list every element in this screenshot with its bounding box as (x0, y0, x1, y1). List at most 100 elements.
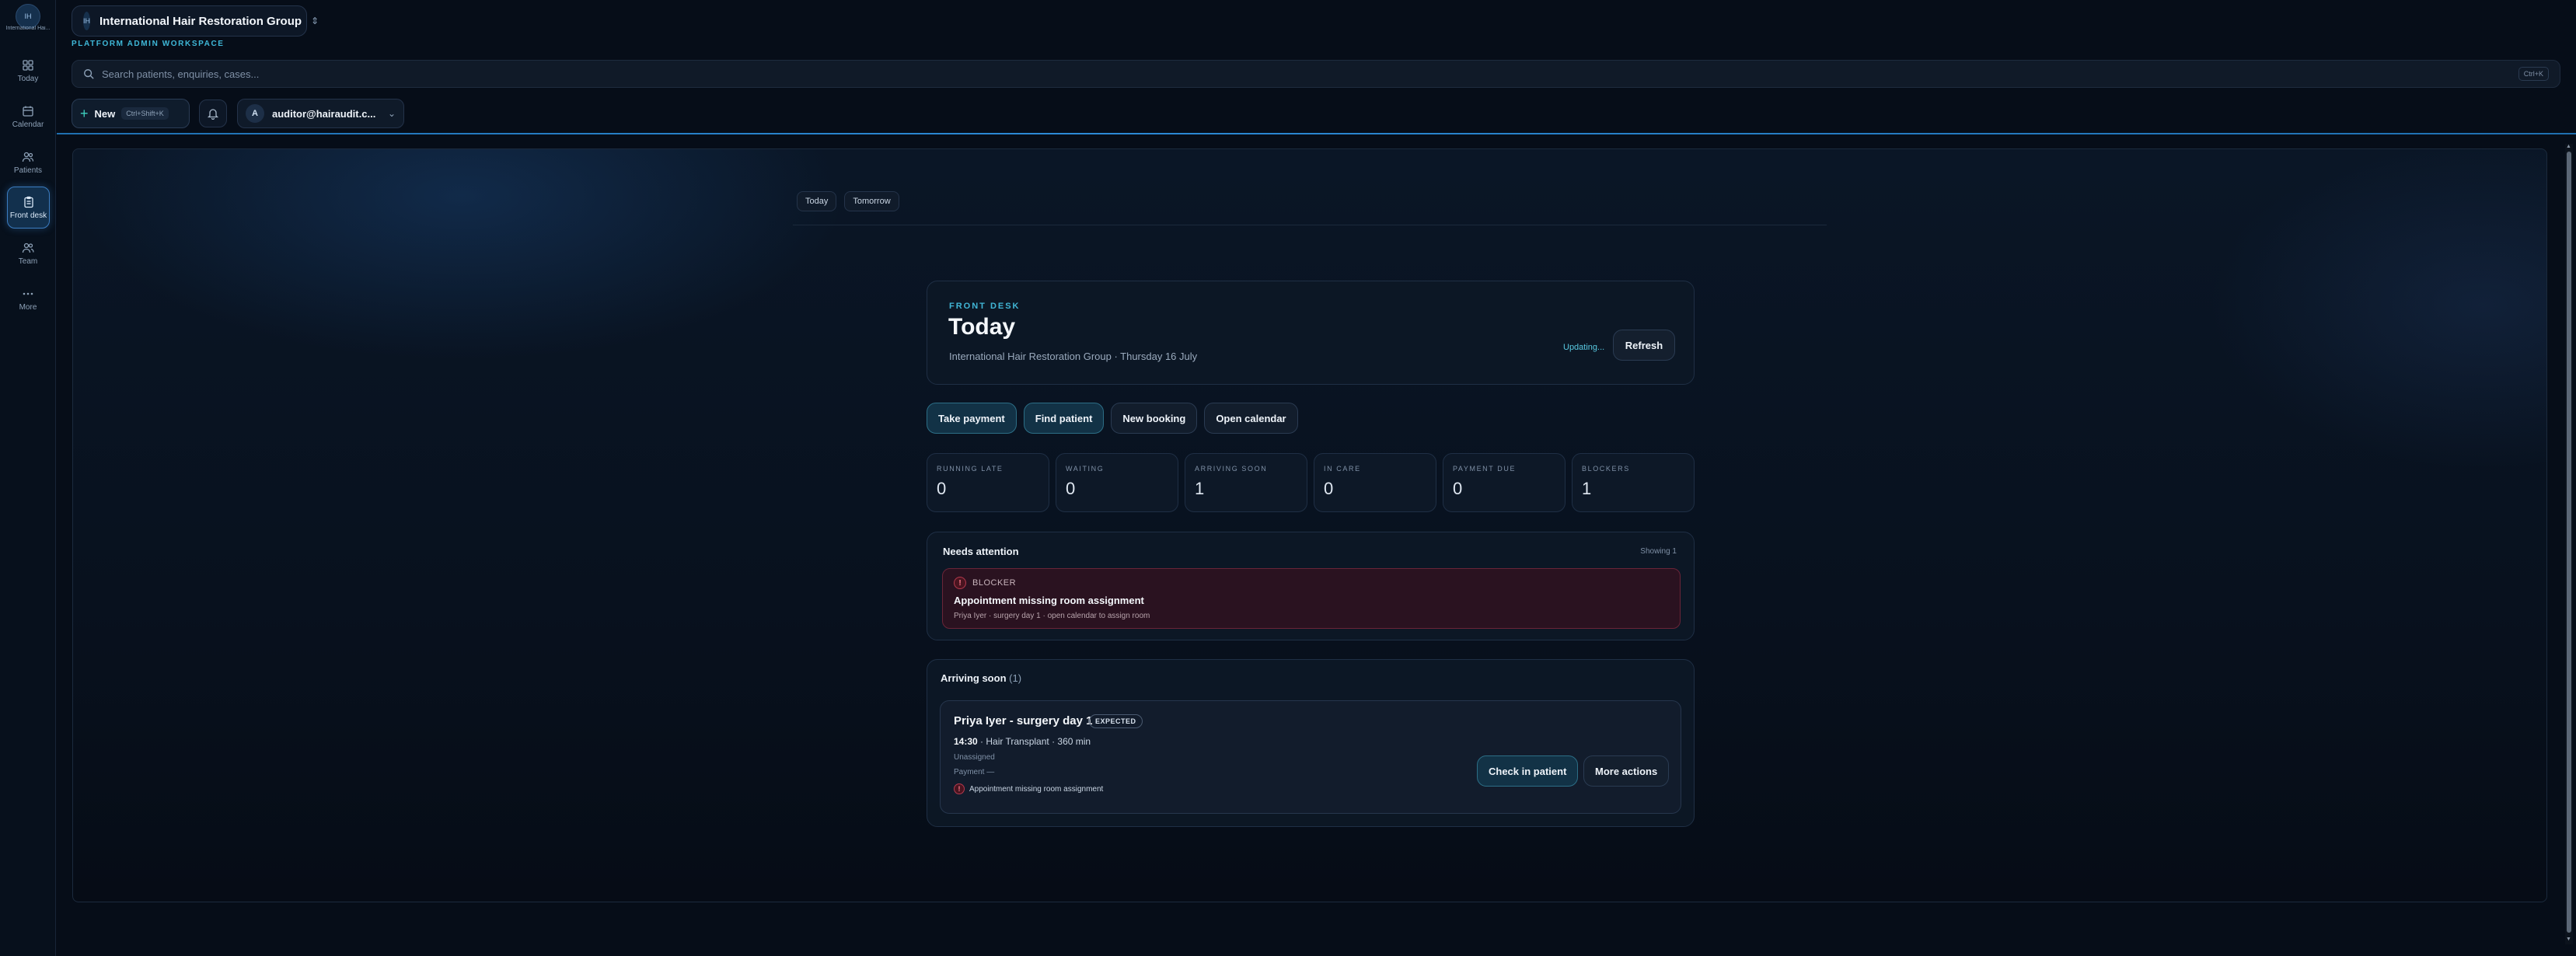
blocker-label: BLOCKER (972, 578, 1017, 588)
alert-icon: ! (954, 577, 966, 589)
appointment-name: Priya Iyer - surgery day 1 (954, 714, 1093, 727)
tab-tomorrow[interactable]: Tomorrow (844, 191, 899, 211)
scroll-up-icon[interactable]: ▲ (2566, 144, 2571, 149)
header-divider (57, 133, 2576, 134)
new-shortcut: Ctrl+Shift+K (121, 107, 169, 120)
user-email: auditor@hairaudit.c... (272, 107, 376, 120)
calendar-icon (23, 106, 33, 117)
stat-label: BLOCKERS (1582, 465, 1630, 473)
section-eyebrow: FRONT DESK (949, 302, 1021, 311)
scroll-down-icon[interactable]: ▼ (2566, 937, 2571, 942)
workspace-switcher[interactable]: IH International Hair Restoration Group … (72, 5, 319, 37)
stat-blockers[interactable]: BLOCKERS 1 (1572, 453, 1695, 512)
stat-value: 1 (1582, 479, 1592, 498)
tab-today[interactable]: Today (797, 191, 837, 211)
showing-count: Showing 1 (1640, 547, 1677, 556)
open-calendar-button[interactable]: Open calendar (1204, 403, 1298, 434)
search-icon (84, 69, 94, 79)
check-in-button[interactable]: Check in patient (1477, 755, 1579, 787)
nav-label: More (19, 302, 37, 312)
stat-value: 0 (1066, 479, 1076, 498)
search-input[interactable] (102, 68, 2511, 80)
nav-item-patients[interactable]: Patients (5, 141, 51, 183)
chevron-updown-icon: ⇕ (311, 16, 319, 26)
page-subtitle: International Hair Restoration Group · T… (949, 351, 1198, 362)
users-icon (22, 152, 34, 162)
updating-status: Updating... (1563, 343, 1605, 352)
more-actions-button[interactable]: More actions (1583, 755, 1670, 787)
blocker-title: Appointment missing room assignment (954, 595, 1144, 606)
bell-icon (207, 109, 219, 120)
side-rail: IH International Hai... Today Calendar P… (0, 0, 56, 956)
stat-payment-due[interactable]: PAYMENT DUE 0 (1443, 453, 1565, 512)
nav-label: Team (18, 256, 38, 266)
stat-label: IN CARE (1324, 465, 1361, 473)
workspace-mini-avatar: IH (83, 12, 90, 30)
alert-icon: ! (954, 783, 965, 794)
take-payment-button[interactable]: Take payment (927, 403, 1017, 434)
stats-row: RUNNING LATE 0 WAITING 0 ARRIVING SOON 1 IN… (927, 453, 1695, 512)
search-bar[interactable]: Ctrl+K (72, 60, 2560, 88)
workspace-name: International Hair Restoration Group (99, 14, 302, 28)
payment-status: Payment — (954, 768, 995, 776)
section-title: Arriving soon (1) (941, 672, 1021, 684)
find-patient-button[interactable]: Find patient (1023, 403, 1105, 434)
stat-waiting[interactable]: WAITING 0 (1056, 453, 1178, 512)
workspace-tag: PLATFORM ADMIN WORKSPACE (72, 40, 225, 48)
needs-attention-card: Needs attention Showing 1 ! BLOCKER Appo… (927, 532, 1695, 640)
stat-running-late[interactable]: RUNNING LATE 0 (927, 453, 1049, 512)
arriving-soon-card: Arriving soon (1) Priya Iyer - surgery d… (927, 659, 1695, 827)
stat-label: PAYMENT DUE (1453, 465, 1517, 473)
search-shortcut: Ctrl+K (2518, 67, 2549, 81)
nav-item-more[interactable]: More (5, 278, 51, 320)
blocker-alert[interactable]: ! BLOCKER Appointment missing room assig… (942, 568, 1681, 629)
notifications-button[interactable] (199, 99, 227, 127)
appointment-issue: ! Appointment missing room assignment (954, 783, 1103, 794)
appointment-clock: 14:30 (954, 736, 978, 747)
quick-actions: Take payment Find patient New booking Op… (927, 403, 1298, 434)
team-icon (22, 242, 34, 253)
plus-icon: + (80, 105, 89, 121)
nav-item-calendar[interactable]: Calendar (5, 96, 51, 138)
stat-value: 0 (937, 479, 947, 498)
status-badge: EXPECTED (1089, 714, 1143, 728)
stat-arriving-soon[interactable]: ARRIVING SOON 1 (1185, 453, 1307, 512)
clipboard-icon (23, 196, 33, 208)
section-title: Needs attention (943, 546, 1019, 557)
stat-label: WAITING (1066, 465, 1105, 473)
stat-label: ARRIVING SOON (1195, 465, 1268, 473)
appointment-card[interactable]: Priya Iyer - surgery day 1 EXPECTED 14:3… (940, 700, 1681, 814)
issue-text: Appointment missing room assignment (969, 784, 1104, 794)
chevron-down-icon: ⌄ (387, 108, 396, 119)
arriving-title: Arriving soon (941, 672, 1007, 684)
appointment-time: 14:30 · Hair Transplant · 360 min (954, 736, 1091, 747)
nav-label: Front desk (9, 211, 47, 220)
user-menu[interactable]: A auditor@hairaudit.c... ⌄ (237, 99, 404, 128)
stat-in-care[interactable]: IN CARE 0 (1314, 453, 1436, 512)
avatar: A (246, 104, 264, 123)
stat-value: 0 (1453, 479, 1463, 498)
arriving-count: (1) (1009, 672, 1022, 684)
nav-item-front-desk[interactable]: Front desk (7, 187, 50, 229)
grid-icon (23, 59, 33, 71)
scrollbar[interactable]: ▲ ▼ (2565, 144, 2573, 944)
scrollbar-thumb[interactable] (2567, 152, 2571, 933)
day-tabs: Today Tomorrow (797, 191, 899, 211)
blocker-detail: Priya Iyer · surgery day 1 · open calend… (954, 612, 1150, 620)
more-icon (23, 292, 33, 295)
refresh-button[interactable]: Refresh (1613, 330, 1675, 361)
stat-value: 1 (1195, 479, 1205, 498)
new-label: New (94, 107, 116, 120)
workspace-rail-name: International Hai... (5, 26, 51, 31)
nav-label: Today (17, 74, 39, 83)
stat-label: RUNNING LATE (937, 465, 1004, 473)
page-title: Today (948, 314, 1016, 340)
room-status: Unassigned (954, 753, 995, 762)
nav-label: Patients (13, 166, 43, 175)
new-booking-button[interactable]: New booking (1111, 403, 1198, 434)
nav-item-today[interactable]: Today (5, 50, 51, 92)
new-button[interactable]: + New Ctrl+Shift+K (72, 99, 190, 128)
nav-label: Calendar (12, 120, 44, 129)
front-desk-header-card: FRONT DESK Today International Hair Rest… (927, 281, 1695, 385)
nav-item-team[interactable]: Team (5, 232, 51, 274)
